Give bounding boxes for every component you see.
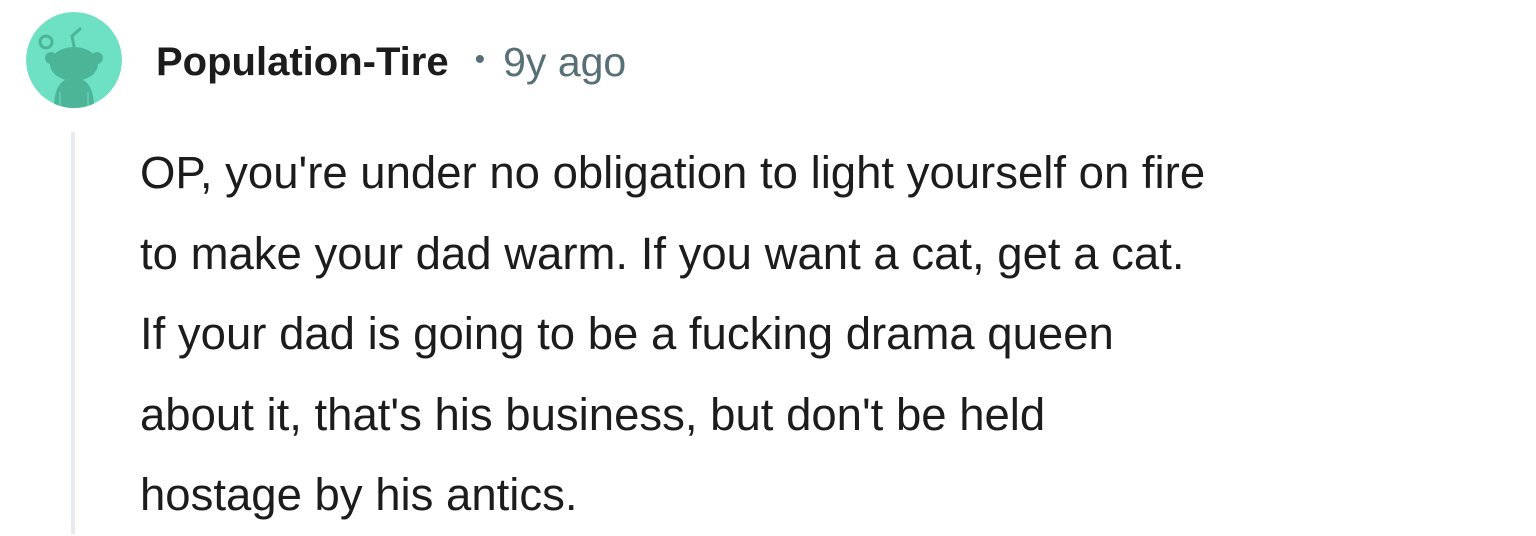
meta-separator: • — [474, 43, 486, 76]
comment-body-line: If your dad is going to be a fucking dra… — [140, 308, 1114, 359]
comment: Population-Tire • 9y ago OP, you're unde… — [0, 0, 1536, 534]
comment-body-line: about it, that's his business, but don't… — [140, 388, 1046, 440]
user-avatar[interactable] — [26, 12, 122, 108]
comment-body-line: to make your dad warm. If you want a cat… — [140, 227, 1185, 279]
author-username[interactable]: Population-Tire — [156, 40, 449, 85]
comment-meta: Population-Tire • 9y ago — [156, 36, 626, 88]
reddit-snoo-avatar-icon — [26, 12, 122, 108]
comment-timestamp[interactable]: 9y ago — [503, 39, 626, 86]
comment-body-line: hostage by his antics. — [140, 469, 578, 520]
comment-body-line: OP, you're under no obligation to light … — [140, 147, 1206, 198]
thread-line[interactable] — [71, 132, 75, 534]
comment-body: OP, you're under no obligation to light … — [140, 133, 1530, 536]
